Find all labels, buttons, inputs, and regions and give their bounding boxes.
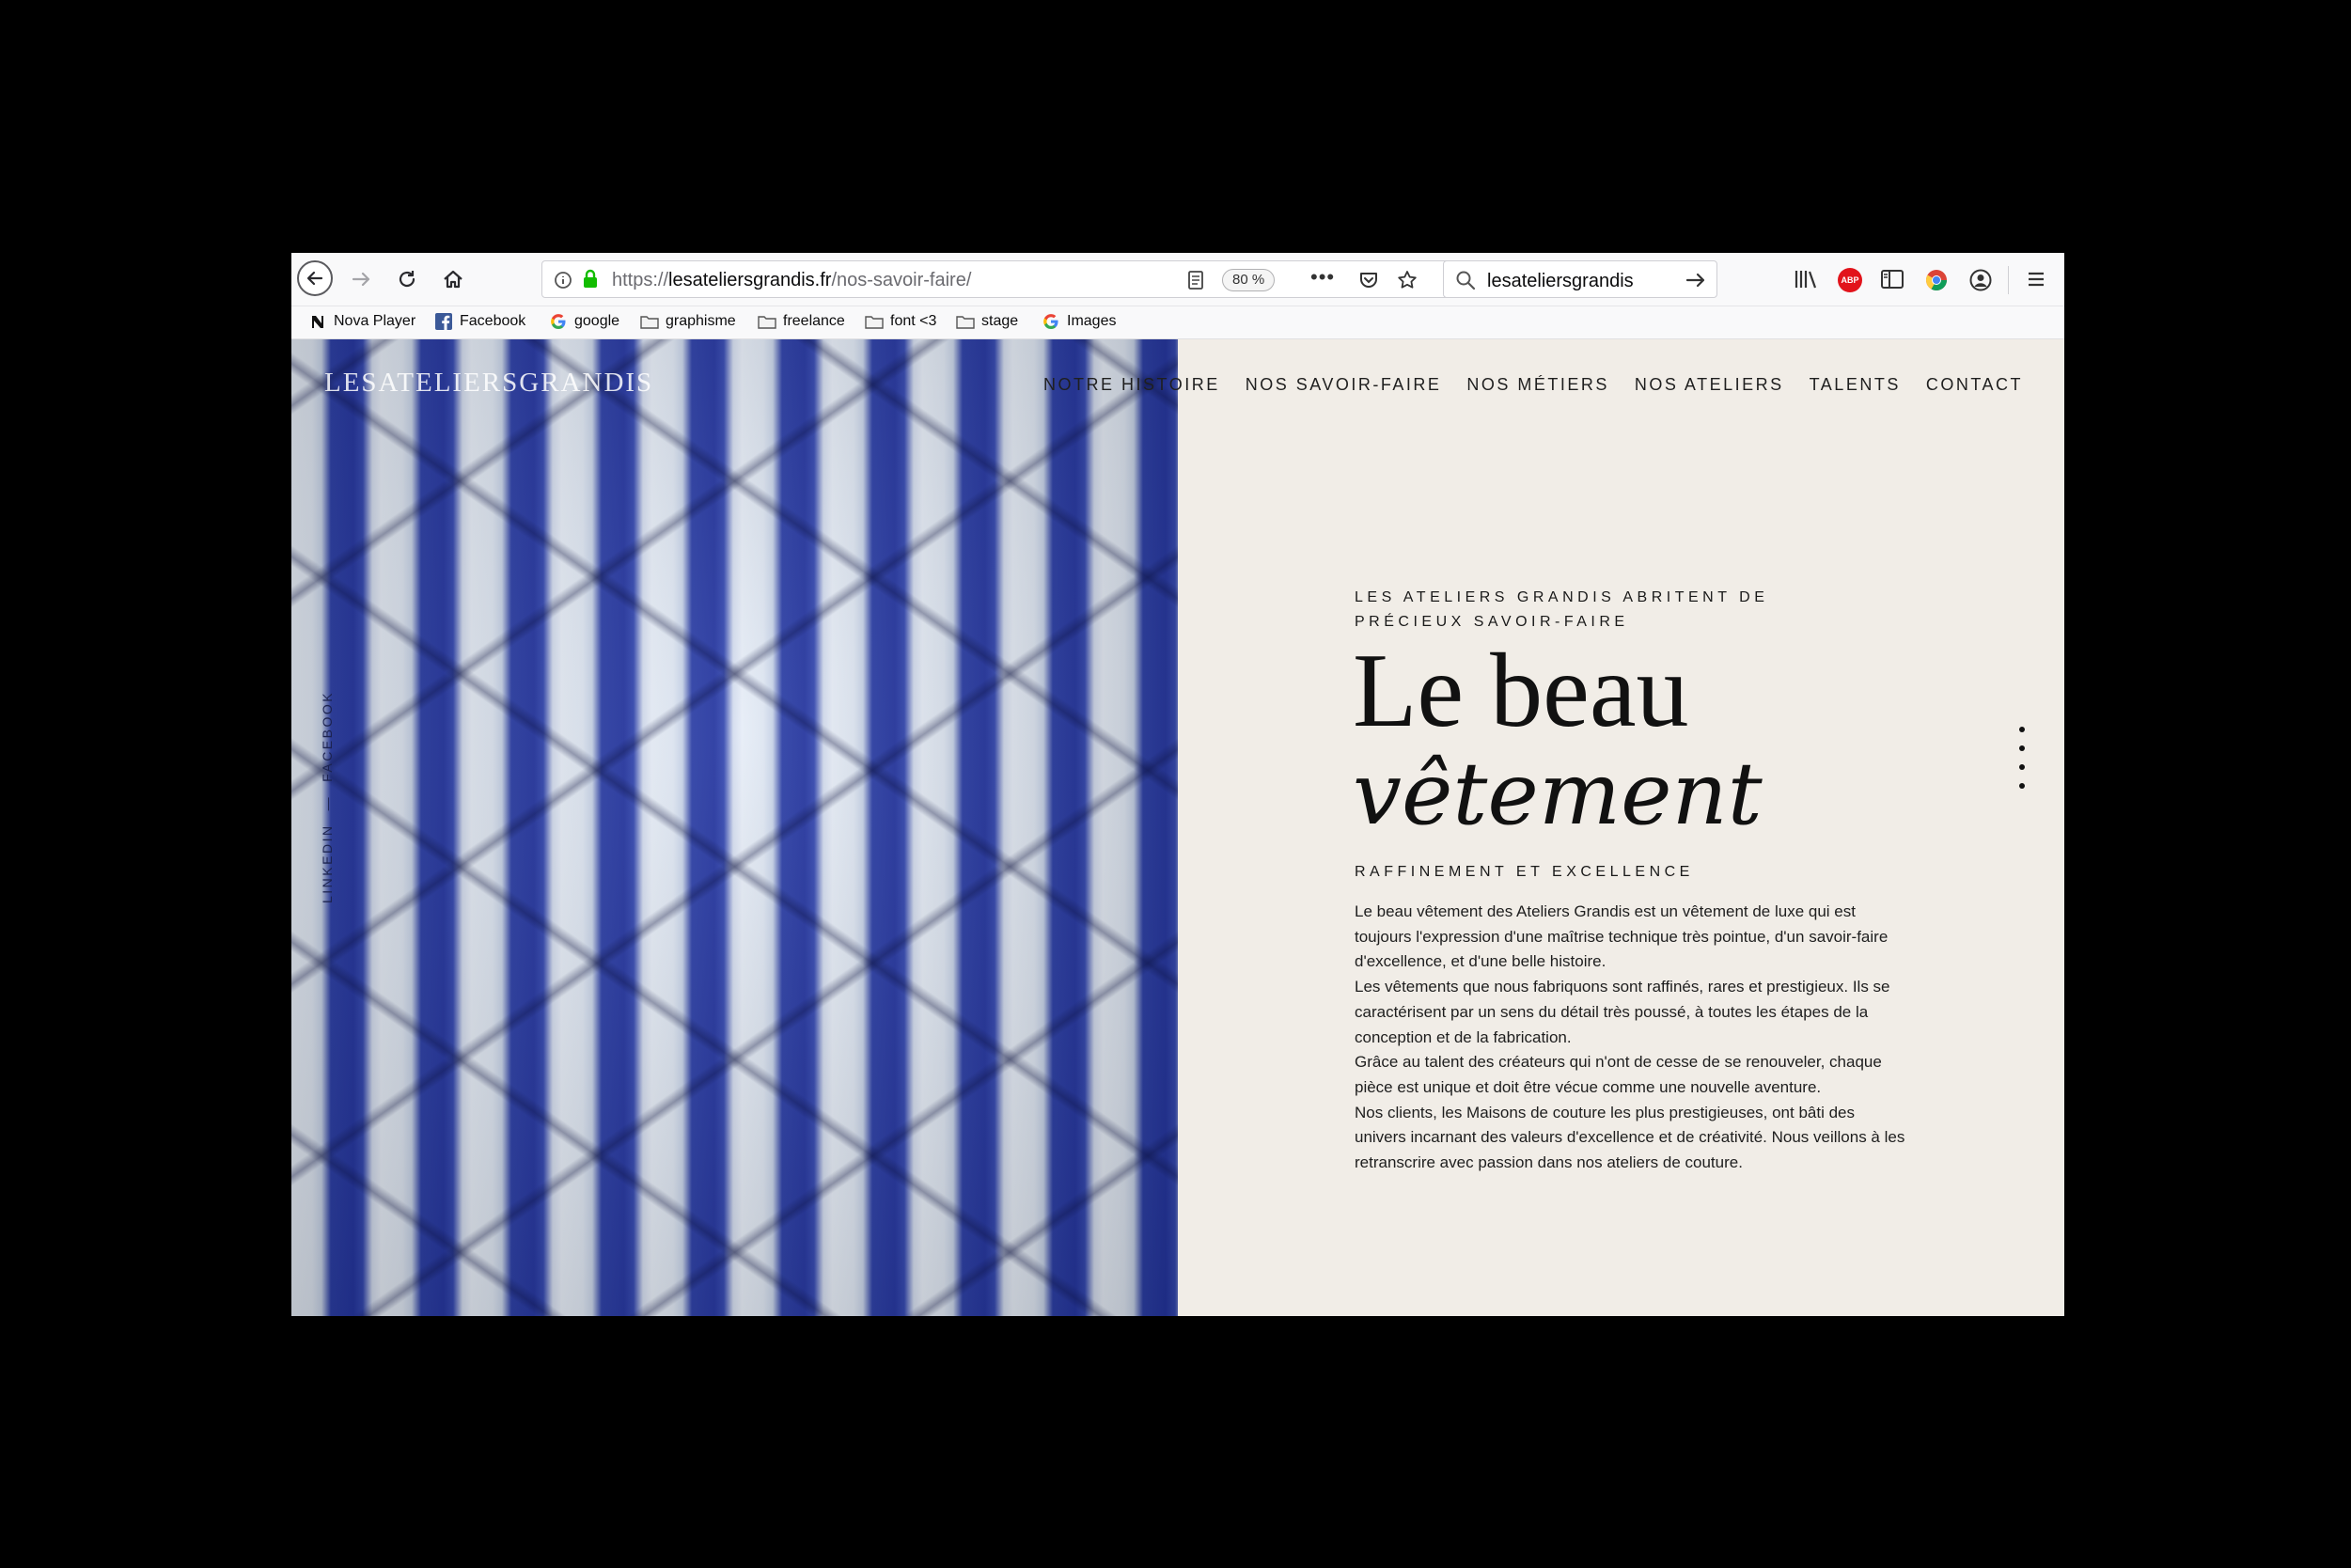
social-separator: —	[320, 794, 335, 811]
nav-nos-metiers[interactable]: NOS MÉTIERS	[1466, 375, 1609, 395]
bookmark-label: Nova Player	[334, 313, 416, 329]
nav-nos-ateliers[interactable]: NOS ATELIERS	[1635, 375, 1784, 395]
search-icon	[1456, 271, 1476, 290]
toolbar-divider	[2008, 266, 2009, 294]
browser-window: https://lesateliersgrandis.fr/nos-savoir…	[291, 253, 2064, 1316]
chrome-extension-icon[interactable]	[1924, 268, 1949, 292]
home-icon	[444, 270, 462, 289]
hero-body: Le beau vêtement des Ateliers Grandis es…	[1355, 900, 1909, 1176]
bookmarks-toolbar: Nova Player Facebook google graphisme fr…	[291, 306, 2064, 339]
pocket-icon[interactable]	[1358, 270, 1379, 290]
web-page: LESATELIERSGRANDIS NOTRE HISTOIRE NOS SA…	[291, 339, 2064, 1316]
url-scheme: https://	[612, 270, 669, 290]
main-nav: NOTRE HISTOIRE NOS SAVOIR-FAIRE NOS MÉTI…	[1043, 375, 2023, 395]
zoom-level-badge[interactable]: 80 %	[1222, 269, 1276, 291]
linkedin-link[interactable]: LINKEDIN	[320, 823, 335, 903]
bookmark-folder-freelance[interactable]: freelance	[758, 313, 845, 330]
bookmark-folder-graphisme[interactable]: graphisme	[640, 313, 736, 330]
search-input[interactable]: lesateliersgrandis	[1487, 271, 1634, 292]
reload-button[interactable]	[389, 261, 425, 297]
arrow-left-icon	[306, 271, 323, 286]
browser-toolbar: https://lesateliersgrandis.fr/nos-savoir…	[291, 253, 2064, 306]
section-dot[interactable]	[2019, 764, 2025, 770]
bookmark-label: Images	[1067, 313, 1117, 329]
search-go-icon[interactable]	[1685, 271, 1707, 290]
bookmark-star-icon[interactable]	[1396, 269, 1418, 291]
bookmark-facebook[interactable]: Facebook	[434, 313, 525, 330]
section-dots-nav	[2019, 727, 2025, 789]
facebook-link[interactable]: FACEBOOK	[320, 691, 335, 782]
hero-title-line-2: vêtement	[1353, 744, 1763, 844]
adblock-icon[interactable]: ABP	[1838, 268, 1862, 292]
folder-icon	[865, 313, 884, 330]
body-paragraph: Grâce au talent des créateurs qui n'ont …	[1355, 1053, 1882, 1096]
nav-nos-savoir-faire[interactable]: NOS SAVOIR-FAIRE	[1246, 375, 1442, 395]
bookmark-images[interactable]: Images	[1042, 313, 1116, 330]
url-path: /nos-savoir-faire/	[831, 270, 972, 290]
bookmark-label: Facebook	[460, 313, 526, 329]
folder-icon	[956, 313, 975, 330]
url-text[interactable]: https://lesateliersgrandis.fr/nos-savoir…	[612, 270, 971, 291]
url-bar[interactable]: https://lesateliersgrandis.fr/nos-savoir…	[541, 260, 1481, 298]
library-icon[interactable]	[1794, 268, 1818, 290]
facebook-icon	[434, 313, 453, 330]
search-bar[interactable]: lesateliersgrandis	[1443, 260, 1717, 298]
body-paragraph: Les vêtements que nous fabriquons sont r…	[1355, 978, 1890, 1046]
nav-contact[interactable]: CONTACT	[1926, 375, 2023, 395]
bookmark-label: font <3	[890, 313, 937, 329]
site-logo[interactable]: LESATELIERSGRANDIS	[324, 368, 653, 399]
folder-icon	[640, 313, 659, 330]
hero-subhead: RAFFINEMENT ET EXCELLENCE	[1355, 864, 1694, 880]
bookmark-label: google	[574, 313, 620, 329]
google-icon	[1042, 313, 1060, 330]
bookmark-nova-player[interactable]: Nova Player	[308, 313, 415, 330]
bookmark-folder-stage[interactable]: stage	[956, 313, 1018, 330]
menu-icon[interactable]	[2027, 270, 2045, 289]
account-icon[interactable]	[1968, 268, 1993, 292]
url-domain: lesateliersgrandis.fr	[668, 270, 832, 290]
hero-image-striped-fabric	[291, 339, 1178, 1316]
back-button[interactable]	[297, 260, 333, 296]
nav-talents[interactable]: TALENTS	[1810, 375, 1901, 395]
section-dot[interactable]	[2019, 745, 2025, 751]
reader-view-icon[interactable]	[1187, 270, 1204, 290]
google-icon	[549, 313, 568, 330]
social-links: LINKEDIN — FACEBOOK	[320, 691, 335, 903]
hero-kicker: LES ATELIERS GRANDIS ABRITENT DE PRÉCIEU…	[1355, 589, 1769, 630]
home-button[interactable]	[435, 261, 471, 297]
lock-icon[interactable]	[582, 269, 599, 290]
nav-notre-histoire[interactable]: NOTRE HISTOIRE	[1043, 375, 1220, 395]
nova-icon	[308, 313, 327, 330]
hero-title-line-1: Le beau	[1353, 633, 1689, 749]
forward-button[interactable]	[343, 261, 379, 297]
bookmark-folder-font[interactable]: font <3	[865, 313, 936, 330]
reload-icon	[399, 271, 415, 288]
info-icon[interactable]	[554, 271, 572, 290]
body-paragraph: Le beau vêtement des Ateliers Grandis es…	[1355, 902, 1889, 971]
sidebar-toggle-icon[interactable]	[1880, 269, 1904, 290]
bookmark-google[interactable]: google	[549, 313, 619, 330]
section-dot[interactable]	[2019, 783, 2025, 789]
fabric-shading	[291, 339, 1178, 1316]
folder-icon	[758, 313, 776, 330]
body-paragraph: Nos clients, les Maisons de couture les …	[1355, 1103, 1905, 1172]
bookmark-label: graphisme	[666, 313, 736, 329]
arrow-right-icon	[352, 272, 370, 287]
page-actions-icon[interactable]: •••	[1310, 265, 1335, 290]
bookmark-label: freelance	[783, 313, 845, 329]
section-dot[interactable]	[2019, 727, 2025, 732]
bookmark-label: stage	[981, 313, 1019, 329]
